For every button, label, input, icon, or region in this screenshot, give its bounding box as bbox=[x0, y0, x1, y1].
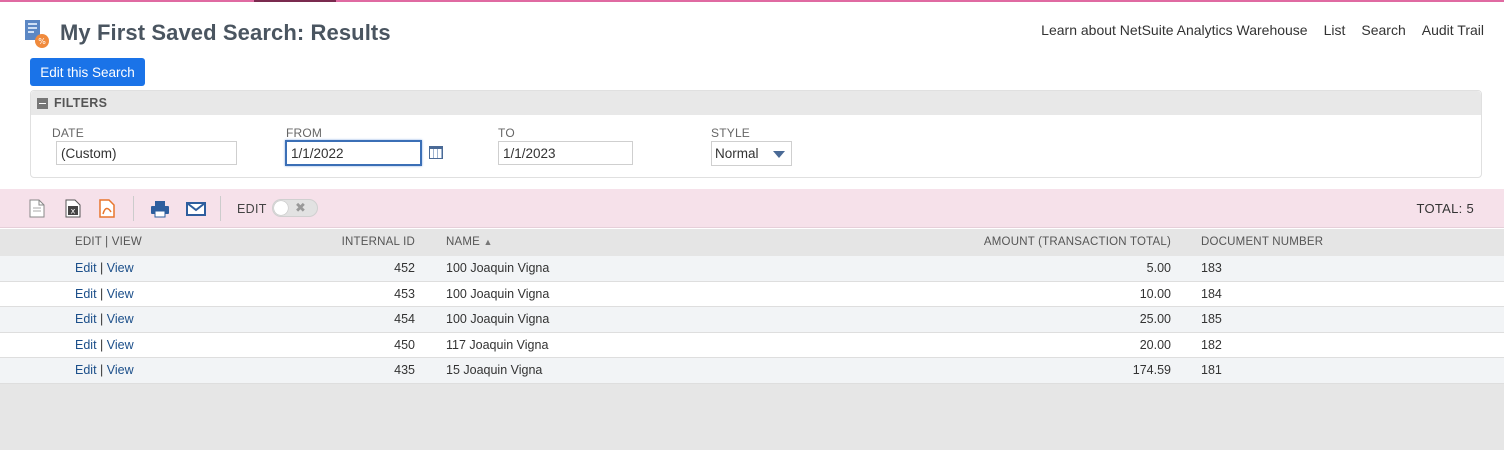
table-row: Edit | View 454 100 Joaquin Vigna 25.00 185 bbox=[0, 307, 1504, 333]
cell-internal-id: 450 bbox=[394, 337, 415, 352]
cell-amount: 10.00 bbox=[1139, 286, 1171, 301]
top-accent-tab bbox=[254, 0, 336, 2]
link-separator: | bbox=[100, 337, 104, 352]
cell-name: 100 Joaquin Vigna bbox=[446, 286, 550, 301]
saved-search-icon: % bbox=[22, 18, 50, 48]
row-actions: Edit | View bbox=[75, 287, 134, 301]
row-actions: Edit | View bbox=[75, 363, 134, 377]
table-row: Edit | View 452 100 Joaquin Vigna 5.00 183 bbox=[0, 256, 1504, 282]
table-row: Edit | View 450 117 Joaquin Vigna 20.00 182 bbox=[0, 332, 1504, 358]
print-icon[interactable] bbox=[150, 199, 170, 218]
edit-link[interactable]: Edit bbox=[75, 261, 97, 275]
chevron-down-icon bbox=[773, 151, 785, 158]
edit-mode-toggle[interactable]: ✖ bbox=[272, 199, 318, 217]
col-name-label: NAME bbox=[446, 236, 481, 248]
col-edit-view: EDIT | VIEW bbox=[75, 236, 142, 248]
calendar-icon[interactable] bbox=[429, 146, 443, 159]
from-date-field[interactable] bbox=[285, 140, 422, 166]
link-separator: | bbox=[100, 286, 104, 301]
link-analytics-warehouse[interactable]: Learn about NetSuite Analytics Warehouse bbox=[1041, 22, 1307, 38]
header-links: Learn about NetSuite Analytics Warehouse… bbox=[1041, 22, 1484, 38]
row-actions: Edit | View bbox=[75, 261, 134, 275]
close-icon: ✖ bbox=[295, 200, 306, 215]
view-link[interactable]: View bbox=[107, 338, 134, 352]
to-label: TO bbox=[498, 126, 515, 140]
results-toolbar: x EDIT ✖ TOTAL: 5 bbox=[0, 189, 1504, 228]
total-count: TOTAL: 5 bbox=[1416, 201, 1474, 216]
date-field[interactable] bbox=[56, 141, 237, 165]
col-document-number[interactable]: DOCUMENT NUMBER bbox=[1201, 236, 1323, 248]
col-internal-id[interactable]: INTERNAL ID bbox=[342, 236, 415, 248]
filters-header[interactable]: FILTERS bbox=[31, 91, 1481, 115]
edit-mode-label: EDIT bbox=[237, 202, 267, 216]
cell-internal-id: 453 bbox=[394, 286, 415, 301]
link-separator: | bbox=[100, 261, 104, 275]
cell-name: 100 Joaquin Vigna bbox=[446, 261, 550, 275]
results-table: EDIT | VIEW INTERNAL ID NAME ▲ AMOUNT (T… bbox=[0, 229, 1504, 384]
toggle-knob bbox=[274, 201, 288, 215]
link-search[interactable]: Search bbox=[1361, 22, 1405, 38]
cell-document-number: 181 bbox=[1201, 363, 1222, 377]
filters-heading: FILTERS bbox=[54, 96, 108, 110]
view-link[interactable]: View bbox=[107, 312, 134, 326]
top-accent-bar bbox=[0, 0, 1504, 2]
edit-link[interactable]: Edit bbox=[75, 338, 97, 352]
row-actions: Edit | View bbox=[75, 312, 134, 326]
link-list[interactable]: List bbox=[1324, 22, 1346, 38]
export-csv-icon[interactable] bbox=[28, 199, 46, 218]
col-amount[interactable]: AMOUNT (TRANSACTION TOTAL) bbox=[984, 236, 1171, 248]
link-audit-trail[interactable]: Audit Trail bbox=[1422, 22, 1484, 38]
edit-link[interactable]: Edit bbox=[75, 312, 97, 326]
svg-text:%: % bbox=[38, 37, 46, 46]
row-actions: Edit | View bbox=[75, 338, 134, 352]
edit-search-button[interactable]: Edit this Search bbox=[30, 58, 145, 86]
table-row: Edit | View 453 100 Joaquin Vigna 10.00 184 bbox=[0, 281, 1504, 307]
cell-name: 117 Joaquin Vigna bbox=[446, 337, 549, 352]
table-row: Edit | View 435 15 Joaquin Vigna 174.59 181 bbox=[0, 358, 1504, 384]
view-link[interactable]: View bbox=[107, 261, 134, 275]
export-excel-icon[interactable]: x bbox=[64, 199, 82, 218]
cell-name: 100 Joaquin Vigna bbox=[446, 312, 550, 326]
view-link[interactable]: View bbox=[107, 363, 134, 377]
svg-text:x: x bbox=[71, 207, 76, 216]
cell-internal-id: 435 bbox=[394, 363, 415, 377]
cell-amount: 174.59 bbox=[1132, 363, 1171, 377]
edit-link[interactable]: Edit bbox=[75, 363, 97, 377]
empty-area bbox=[0, 384, 1504, 450]
from-label: FROM bbox=[286, 126, 323, 140]
email-icon[interactable] bbox=[186, 199, 206, 218]
style-select-value: Normal bbox=[715, 146, 759, 161]
cell-amount: 20.00 bbox=[1139, 337, 1171, 352]
sort-asc-icon: ▲ bbox=[483, 237, 493, 247]
link-separator: | bbox=[100, 312, 104, 326]
edit-link[interactable]: Edit bbox=[75, 287, 97, 301]
to-date-field[interactable] bbox=[498, 141, 633, 165]
table-header: EDIT | VIEW INTERNAL ID NAME ▲ AMOUNT (T… bbox=[0, 229, 1504, 256]
cell-amount: 25.00 bbox=[1139, 312, 1171, 326]
cell-amount: 5.00 bbox=[1146, 261, 1171, 275]
cell-internal-id: 454 bbox=[394, 312, 415, 326]
toolbar-separator bbox=[133, 196, 134, 221]
style-label: STYLE bbox=[711, 126, 751, 140]
filters-panel: FILTERS DATE FROM TO STYLE Normal bbox=[30, 90, 1482, 178]
page-title: My First Saved Search: Results bbox=[60, 20, 391, 45]
view-link[interactable]: View bbox=[107, 287, 134, 301]
style-select[interactable]: Normal bbox=[711, 141, 792, 166]
cell-document-number: 185 bbox=[1201, 312, 1222, 326]
cell-name: 15 Joaquin Vigna bbox=[446, 363, 543, 377]
table-body: Edit | View 452 100 Joaquin Vigna 5.00 183 Ed… bbox=[0, 256, 1504, 384]
col-name[interactable]: NAME ▲ bbox=[446, 236, 493, 248]
cell-document-number: 184 bbox=[1201, 286, 1222, 301]
cell-document-number: 183 bbox=[1201, 261, 1222, 275]
link-separator: | bbox=[100, 363, 104, 377]
toolbar-separator bbox=[220, 196, 221, 221]
cell-internal-id: 452 bbox=[394, 261, 415, 275]
date-label: DATE bbox=[52, 126, 84, 140]
cell-document-number: 182 bbox=[1201, 337, 1222, 352]
title-row: % My First Saved Search: Results bbox=[22, 16, 391, 50]
export-pdf-icon[interactable] bbox=[98, 199, 116, 218]
collapse-icon[interactable] bbox=[37, 97, 48, 109]
